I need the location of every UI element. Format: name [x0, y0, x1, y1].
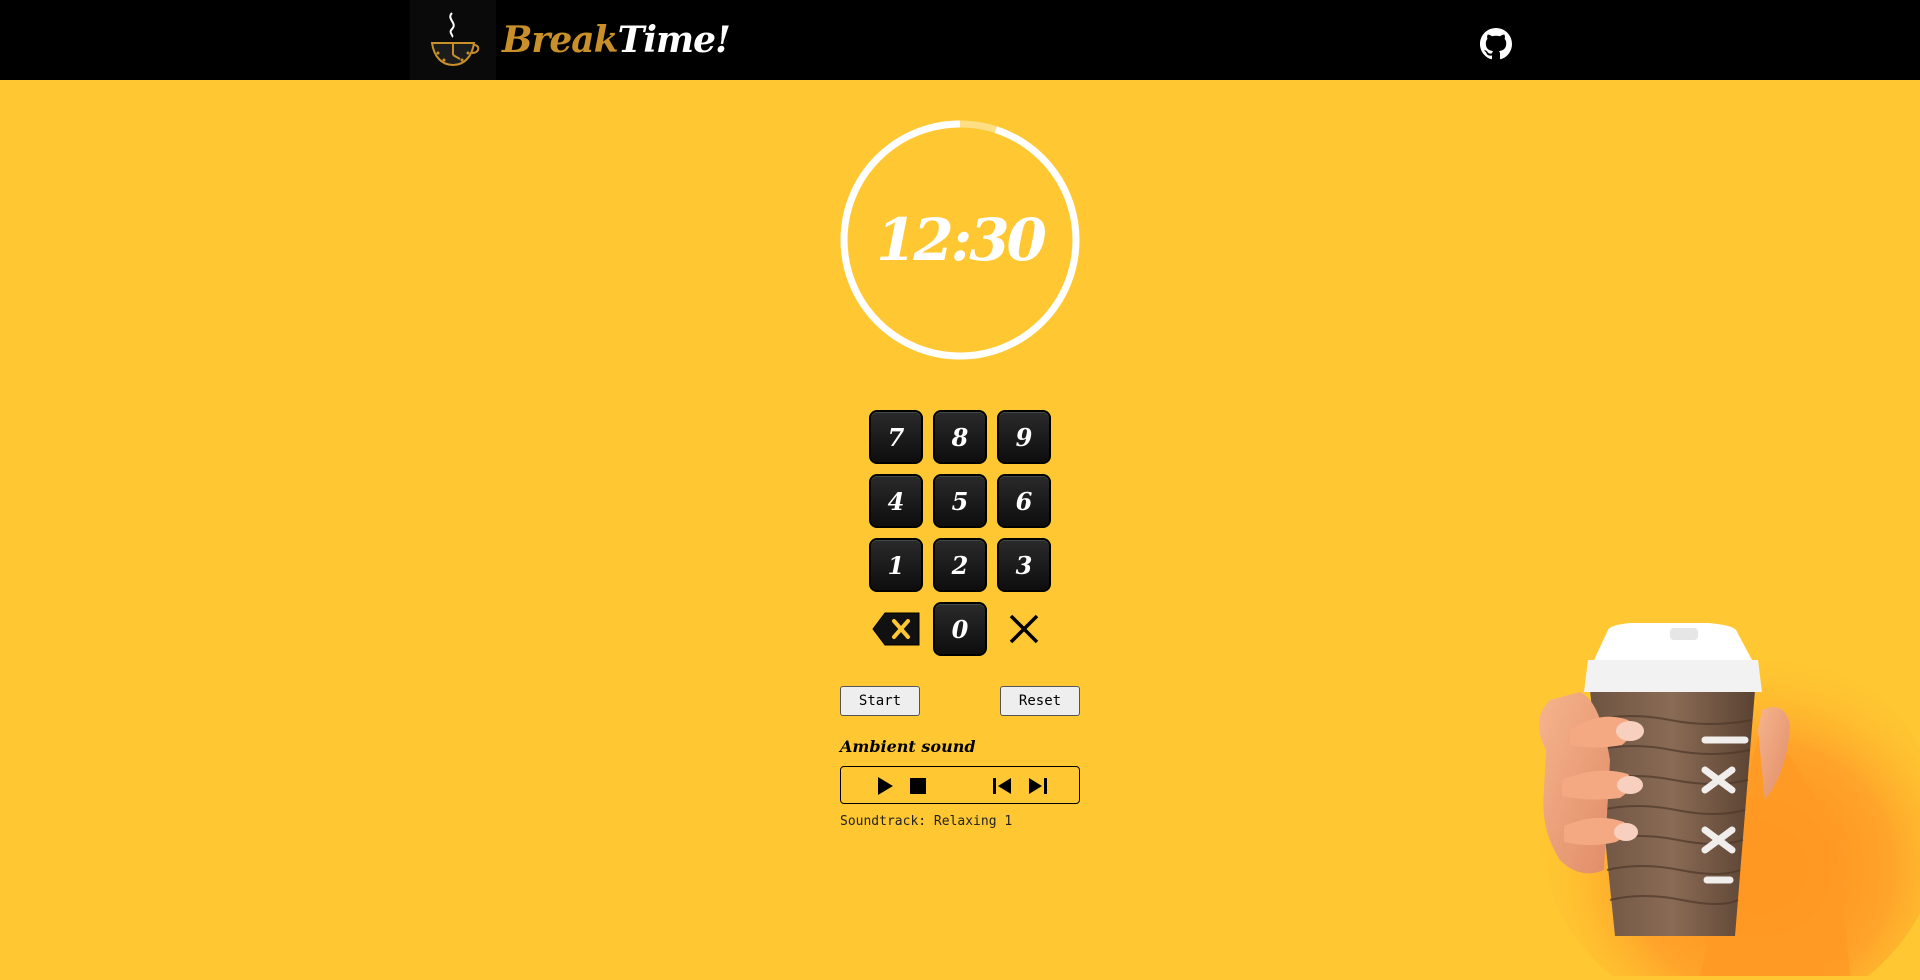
key-0[interactable]: 0: [933, 602, 987, 656]
brand-part-break: Break: [502, 19, 619, 61]
key-8[interactable]: 8: [933, 410, 987, 464]
skip-next-icon[interactable]: [1027, 775, 1049, 797]
github-icon[interactable]: [1480, 28, 1512, 60]
countdown-timer: 12:30: [840, 120, 1080, 360]
backspace-icon[interactable]: [869, 602, 923, 656]
audio-player: [840, 766, 1080, 804]
ambient-sound-title: Ambient sound: [840, 737, 976, 756]
key-7[interactable]: 7: [869, 410, 923, 464]
key-3[interactable]: 3: [997, 538, 1051, 592]
soundtrack-label: Soundtrack: Relaxing 1: [840, 814, 1013, 829]
key-5[interactable]: 5: [933, 474, 987, 528]
skip-previous-icon[interactable]: [991, 775, 1013, 797]
number-keypad: 7 8 9 4 5 6 1 2 3 0: [869, 410, 1051, 656]
brand[interactable]: BreakTime!: [410, 0, 731, 80]
key-9[interactable]: 9: [997, 410, 1051, 464]
timer-display: 12:30: [876, 206, 1047, 274]
key-1[interactable]: 1: [869, 538, 923, 592]
coffee-cup-clock-icon: [410, 0, 496, 80]
key-6[interactable]: 6: [997, 474, 1051, 528]
close-icon[interactable]: [997, 602, 1051, 656]
reset-button[interactable]: Reset: [1000, 686, 1080, 716]
key-2[interactable]: 2: [933, 538, 987, 592]
start-button[interactable]: Start: [840, 686, 920, 716]
key-4[interactable]: 4: [869, 474, 923, 528]
stop-icon[interactable]: [907, 775, 929, 797]
brand-part-time: Time!: [617, 19, 731, 61]
app-title: BreakTime!: [502, 19, 731, 61]
play-icon[interactable]: [874, 775, 896, 797]
top-navbar: BreakTime!: [0, 0, 1920, 80]
coffee-cup-image: [1510, 580, 1920, 980]
